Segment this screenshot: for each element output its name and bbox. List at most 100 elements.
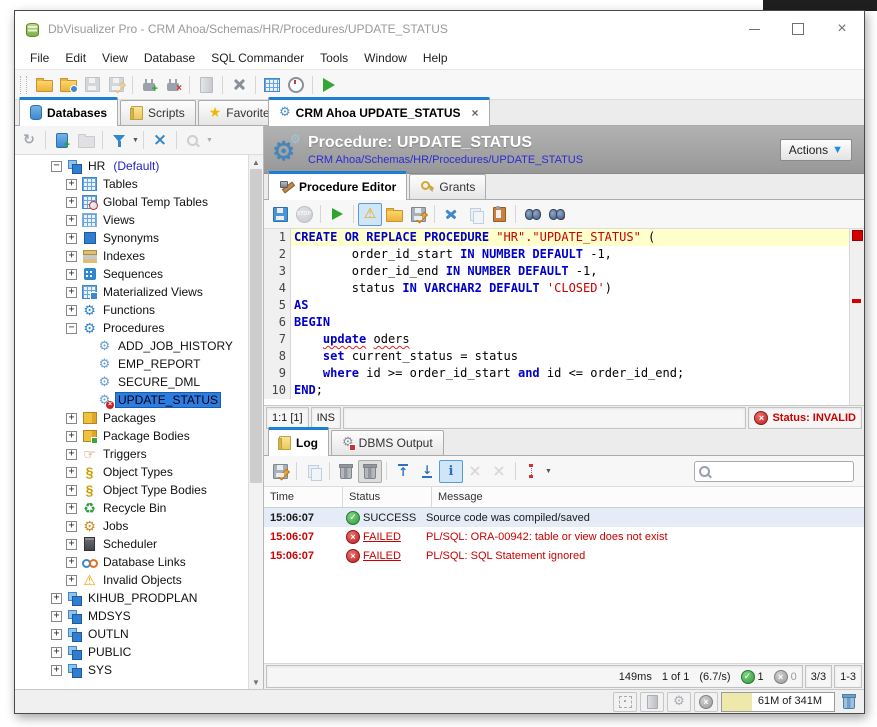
code-text[interactable]: order_id_end IN NUMBER DEFAULT -1, <box>291 263 849 280</box>
tree-node-packages[interactable]: +Packages <box>15 409 248 427</box>
tree-node-scheduler[interactable]: + Scheduler <box>15 535 248 553</box>
locate-in-tree-button[interactable] <box>181 129 205 152</box>
tree-node-invalid-objects[interactable]: +Invalid Objects <box>15 571 248 589</box>
menu-file[interactable]: File <box>23 49 56 67</box>
code-text[interactable]: END; <box>291 382 849 399</box>
code-text[interactable]: order_id_start IN NUMBER DEFAULT -1, <box>291 246 849 263</box>
tree-node-label[interactable]: Global Temp Tables <box>101 195 210 209</box>
tree-node-synonyms[interactable]: +Synonyms <box>15 229 248 247</box>
tree-node-label[interactable]: HR <box>86 159 107 173</box>
tree-node-object-types[interactable]: + Object Types <box>15 463 248 481</box>
compile-save-button[interactable] <box>268 203 292 226</box>
scroll-to-bottom-button[interactable] <box>415 460 439 483</box>
stop-button[interactable]: STOP <box>292 203 316 226</box>
tree-node-label[interactable]: OUTLN <box>86 627 131 641</box>
plus-expander-icon[interactable]: + <box>66 539 77 550</box>
copy-button[interactable] <box>463 203 487 226</box>
code-line-6[interactable]: 6BEGIN <box>264 314 849 331</box>
tree-node-label[interactable]: Materialized Views <box>101 285 205 299</box>
tree-node-label[interactable]: Views <box>101 213 137 227</box>
tree-node-label[interactable]: Object Types <box>101 465 175 479</box>
tree-node-package-bodies[interactable]: +Package Bodies <box>15 427 248 445</box>
plus-expander-icon[interactable]: + <box>66 233 77 244</box>
code-line-1[interactable]: 1CREATE OR REPLACE PROCEDURE "HR"."UPDAT… <box>264 229 849 246</box>
filter-button[interactable] <box>107 129 131 152</box>
tree-node-materialized-views[interactable]: +Materialized Views <box>15 283 248 301</box>
tree-node-kihub-prodplan[interactable]: + KIHUB_PRODPLAN <box>15 589 248 607</box>
tab-databases[interactable]: Databases <box>19 97 118 126</box>
tree-node-label[interactable]: Scheduler <box>101 537 159 551</box>
code-text[interactable]: status IN VARCHAR2 DEFAULT 'CLOSED') <box>291 280 849 297</box>
plus-expander-icon[interactable]: + <box>66 179 77 190</box>
log-copy-button[interactable] <box>301 460 325 483</box>
scroll-up-icon[interactable]: ▲ <box>249 155 263 169</box>
scroll-down-icon[interactable]: ▼ <box>249 675 263 689</box>
tree-node-outln[interactable]: + OUTLN <box>15 625 248 643</box>
tree-node-global-temp-tables[interactable]: + Global Temp Tables <box>15 193 248 211</box>
log-row[interactable]: 15:06:07×FAILEDPL/SQL: SQL Statement ign… <box>264 546 864 565</box>
log-row[interactable]: 15:06:07×FAILEDPL/SQL: ORA-00942: table … <box>264 527 864 546</box>
open-file-button[interactable] <box>32 73 56 96</box>
tree-node-procedures[interactable]: −Procedures <box>15 319 248 337</box>
tree-node-label[interactable]: EMP_REPORT <box>116 357 202 371</box>
tree-node-label[interactable]: KIHUB_PRODPLAN <box>86 591 199 605</box>
execute-button[interactable] <box>317 73 341 96</box>
plus-expander-icon[interactable]: + <box>66 305 77 316</box>
menu-database[interactable]: Database <box>137 49 202 67</box>
code-text[interactable]: BEGIN <box>291 314 849 331</box>
tree-node-label[interactable]: Packages <box>101 411 158 425</box>
save-as-button[interactable] <box>104 73 128 96</box>
scroll-to-top-button[interactable] <box>391 460 415 483</box>
tree-node-label[interactable]: Procedures <box>101 321 166 335</box>
filter-dropdown-caret-icon[interactable]: ▼ <box>132 137 139 144</box>
load-from-file-button[interactable] <box>382 203 406 226</box>
tree-node-tables[interactable]: +Tables <box>15 175 248 193</box>
find-button[interactable] <box>520 203 544 226</box>
layout-button[interactable] <box>613 692 637 712</box>
tree-node-sequences[interactable]: +Sequences <box>15 265 248 283</box>
tab-procedure-editor[interactable]: Procedure Editor <box>268 171 407 200</box>
clear-on-execute-toggle[interactable] <box>358 460 382 483</box>
tree-node-functions[interactable]: + Functions <box>15 301 248 319</box>
tab-dbms-output[interactable]: DBMS Output <box>331 430 444 455</box>
tool-properties-button[interactable] <box>227 73 251 96</box>
tab-scripts[interactable]: Scripts <box>120 100 196 125</box>
plus-expander-icon[interactable]: + <box>66 557 77 568</box>
plus-expander-icon[interactable]: + <box>66 197 77 208</box>
create-connection-button[interactable]: + <box>50 129 74 152</box>
plus-expander-icon[interactable]: + <box>51 629 62 640</box>
error-indicator-icon[interactable] <box>852 230 863 241</box>
plus-expander-icon[interactable]: + <box>51 593 62 604</box>
code-line-2[interactable]: 2 order_id_start IN NUMBER DEFAULT -1, <box>264 246 849 263</box>
tree-node-label[interactable]: Indexes <box>101 249 147 263</box>
expand-all-button[interactable] <box>463 460 487 483</box>
connect-button[interactable]: + <box>137 73 161 96</box>
tree-node-label[interactable]: Object Type Bodies <box>101 483 209 497</box>
memory-indicator[interactable]: 61M of 341M <box>721 692 835 712</box>
tree-node-recycle-bin[interactable]: +Recycle Bin <box>15 499 248 517</box>
tree-node-label[interactable]: Functions <box>101 303 157 317</box>
plus-expander-icon[interactable]: + <box>66 215 77 226</box>
code-line-5[interactable]: 5AS <box>264 297 849 314</box>
code-text[interactable]: AS <box>291 297 849 314</box>
cut-button[interactable] <box>439 203 463 226</box>
tree-node-object-type-bodies[interactable]: + Object Type Bodies <box>15 481 248 499</box>
connections-button[interactable] <box>640 692 664 712</box>
tree-node-database-links[interactable]: +Database Links <box>15 553 248 571</box>
scroll-thumb[interactable] <box>250 169 262 483</box>
code-line-4[interactable]: 4 status IN VARCHAR2 DEFAULT 'CLOSED') <box>264 280 849 297</box>
tree-node-label[interactable]: ADD_JOB_HISTORY <box>116 339 235 353</box>
disconnect-button[interactable]: × <box>161 73 185 96</box>
tree-node-label[interactable]: UPDATE_STATUS <box>116 393 220 407</box>
tree-node-update-status[interactable]: UPDATE_STATUS <box>15 391 248 409</box>
log-search-box[interactable] <box>694 461 854 482</box>
tree-scrollbar[interactable]: ▲ ▼ <box>248 155 263 689</box>
tree-node-label[interactable]: Recycle Bin <box>101 501 168 515</box>
plus-expander-icon[interactable]: + <box>66 467 77 478</box>
show-info-toggle[interactable] <box>439 460 463 483</box>
plus-expander-icon[interactable]: + <box>66 485 77 496</box>
tab-close-icon[interactable]: × <box>472 106 479 120</box>
log-export-button[interactable] <box>268 460 292 483</box>
run-gc-button[interactable] <box>838 693 860 711</box>
minus-expander-icon[interactable]: − <box>51 161 62 172</box>
